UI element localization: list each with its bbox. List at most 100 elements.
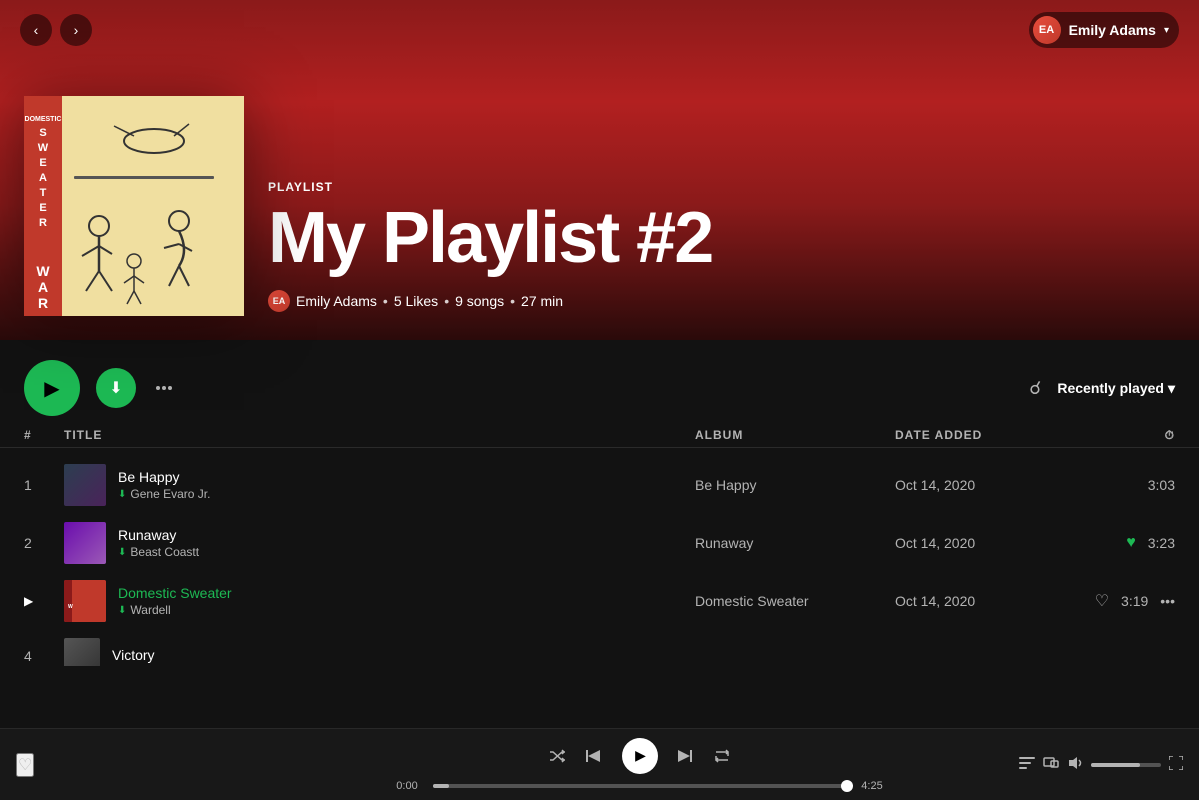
avatar-image: EA <box>1033 16 1061 44</box>
track-number: 4 <box>24 648 64 664</box>
track-date: Oct 14, 2020 <box>895 593 1095 609</box>
svg-text:R: R <box>39 217 47 229</box>
player-right <box>983 755 1183 774</box>
svg-text:W: W <box>38 142 49 154</box>
track-info: Be Happy ⬇ Gene Evaro Jr. <box>64 464 695 506</box>
player-play-button[interactable]: ▶ <box>622 738 658 774</box>
table-row[interactable]: 2 Runaway ⬇ Beast Coastt Runaway Oct 14,… <box>0 514 1199 572</box>
playlist-owner: Emily Adams <box>296 293 377 309</box>
track-thumbnail <box>64 638 100 666</box>
heart-empty-icon[interactable]: ♡ <box>1095 591 1109 611</box>
total-time: 4:25 <box>855 780 890 792</box>
track-name: Be Happy <box>118 469 210 485</box>
volume-bar[interactable] <box>1091 763 1161 767</box>
track-duration: ♡ 3:19 ••• <box>1095 591 1175 611</box>
next-button[interactable] <box>678 748 694 764</box>
track-duration: 3:03 <box>1095 477 1175 493</box>
progress-dot <box>841 780 853 792</box>
search-icon: ☌ <box>1029 378 1041 398</box>
playlist-title: My Playlist #2 <box>268 202 1175 274</box>
search-button[interactable]: ☌ <box>1029 378 1041 399</box>
track-thumbnail <box>64 464 106 506</box>
svg-text:E: E <box>39 157 46 169</box>
player-center: ▶ 0:00 4:25 <box>296 738 983 792</box>
track-text: Be Happy ⬇ Gene Evaro Jr. <box>118 469 210 501</box>
track-duration: ♥ 3:23 <box>1095 534 1175 552</box>
track-text: Victory <box>112 647 155 665</box>
table-row[interactable]: 1 Be Happy ⬇ Gene Evaro Jr. Be Happy Oct… <box>0 456 1199 514</box>
dot-1 <box>156 386 160 390</box>
download-small-icon: ⬇ <box>118 547 126 558</box>
recently-played-button[interactable]: Recently played ▾ <box>1057 380 1175 397</box>
chevron-down-icon: ▾ <box>1164 25 1169 36</box>
dot-3 <box>168 386 172 390</box>
progress-bar[interactable] <box>433 784 847 788</box>
user-menu[interactable]: EA Emily Adams ▾ <box>1029 12 1179 48</box>
track-name: Victory <box>112 647 155 663</box>
top-navigation: ‹ › EA Emily Adams ▾ <box>0 0 1199 60</box>
more-options-button[interactable] <box>152 382 176 394</box>
playlist-hero: S W E A T E R DOMESTIC W A R <box>0 60 1199 340</box>
album-art: S W E A T E R DOMESTIC W A R <box>24 96 244 316</box>
svg-text:A: A <box>39 172 47 184</box>
track-album: Runaway <box>695 535 895 551</box>
track-name: Runaway <box>118 527 199 543</box>
favorite-button[interactable]: ♡ <box>16 753 34 777</box>
play-button[interactable]: ▶ <box>24 360 80 416</box>
duration-time: 3:03 <box>1148 477 1175 493</box>
progress-bar-container: 0:00 4:25 <box>390 780 890 792</box>
owner-avatar: EA <box>268 290 290 312</box>
nav-buttons: ‹ › <box>20 14 92 46</box>
playlist-type-label: PLAYLIST <box>268 180 1175 194</box>
player-left: ♡ <box>16 753 296 777</box>
track-artist: ⬇ Beast Coastt <box>118 545 199 559</box>
duration-time: 3:23 <box>1148 535 1175 551</box>
track-thumbnail <box>64 522 106 564</box>
col-time: ⏱ <box>1095 428 1175 443</box>
forward-button[interactable]: › <box>60 14 92 46</box>
table-row[interactable]: ▶ W Domestic Sweater ⬇ Wardell Domestic … <box>0 572 1199 630</box>
svg-text:DOMESTIC: DOMESTIC <box>25 116 62 123</box>
volume-button[interactable] <box>1067 755 1083 774</box>
svg-text:A: A <box>38 279 48 295</box>
fullscreen-button[interactable] <box>1169 756 1183 773</box>
track-name: Domestic Sweater <box>118 585 232 601</box>
track-info: Victory <box>64 638 695 666</box>
svg-text:R: R <box>38 295 48 311</box>
play-icon: ▶ <box>635 747 646 764</box>
previous-button[interactable] <box>586 748 602 764</box>
download-button[interactable]: ⬇ <box>96 368 136 408</box>
track-artist: ⬇ Gene Evaro Jr. <box>118 487 210 501</box>
separator-1: • <box>383 293 388 309</box>
repeat-button[interactable] <box>714 748 730 764</box>
track-info: Runaway ⬇ Beast Coastt <box>64 522 695 564</box>
track-list-header: # TITLE ALBUM DATE ADDED ⏱ <box>0 424 1199 448</box>
heart-filled-icon[interactable]: ♥ <box>1126 534 1136 552</box>
user-name: Emily Adams <box>1069 22 1156 38</box>
download-small-icon: ⬇ <box>118 605 126 616</box>
devices-button[interactable] <box>1043 755 1059 774</box>
avatar: EA <box>1033 16 1061 44</box>
duration-time: 3:19 <box>1121 593 1148 609</box>
track-thumbnail: W <box>64 580 106 622</box>
back-button[interactable]: ‹ <box>20 14 52 46</box>
volume-fill <box>1091 763 1140 767</box>
track-date: Oct 14, 2020 <box>895 535 1095 551</box>
col-album: ALBUM <box>695 428 895 443</box>
shuffle-button[interactable] <box>550 748 566 764</box>
bottom-player: ♡ ▶ <box>0 728 1199 800</box>
current-time: 0:00 <box>390 780 425 792</box>
track-list: 1 Be Happy ⬇ Gene Evaro Jr. Be Happy Oct… <box>0 456 1199 666</box>
table-row[interactable]: 4 Victory <box>0 630 1199 666</box>
svg-text:T: T <box>40 187 47 199</box>
track-number: ▶ <box>24 594 64 608</box>
track-text: Domestic Sweater ⬇ Wardell <box>118 585 232 617</box>
track-number: 1 <box>24 477 64 493</box>
playlist-info: PLAYLIST My Playlist #2 EA Emily Adams •… <box>268 180 1175 316</box>
playlist-songs: 9 songs <box>455 293 504 309</box>
track-more-icon[interactable]: ••• <box>1160 593 1175 609</box>
track-date: Oct 14, 2020 <box>895 477 1095 493</box>
queue-button[interactable] <box>1019 755 1035 774</box>
controls-area: ▶ ⬇ ☌ Recently played ▾ <box>0 340 1199 424</box>
separator-3: • <box>510 293 515 309</box>
